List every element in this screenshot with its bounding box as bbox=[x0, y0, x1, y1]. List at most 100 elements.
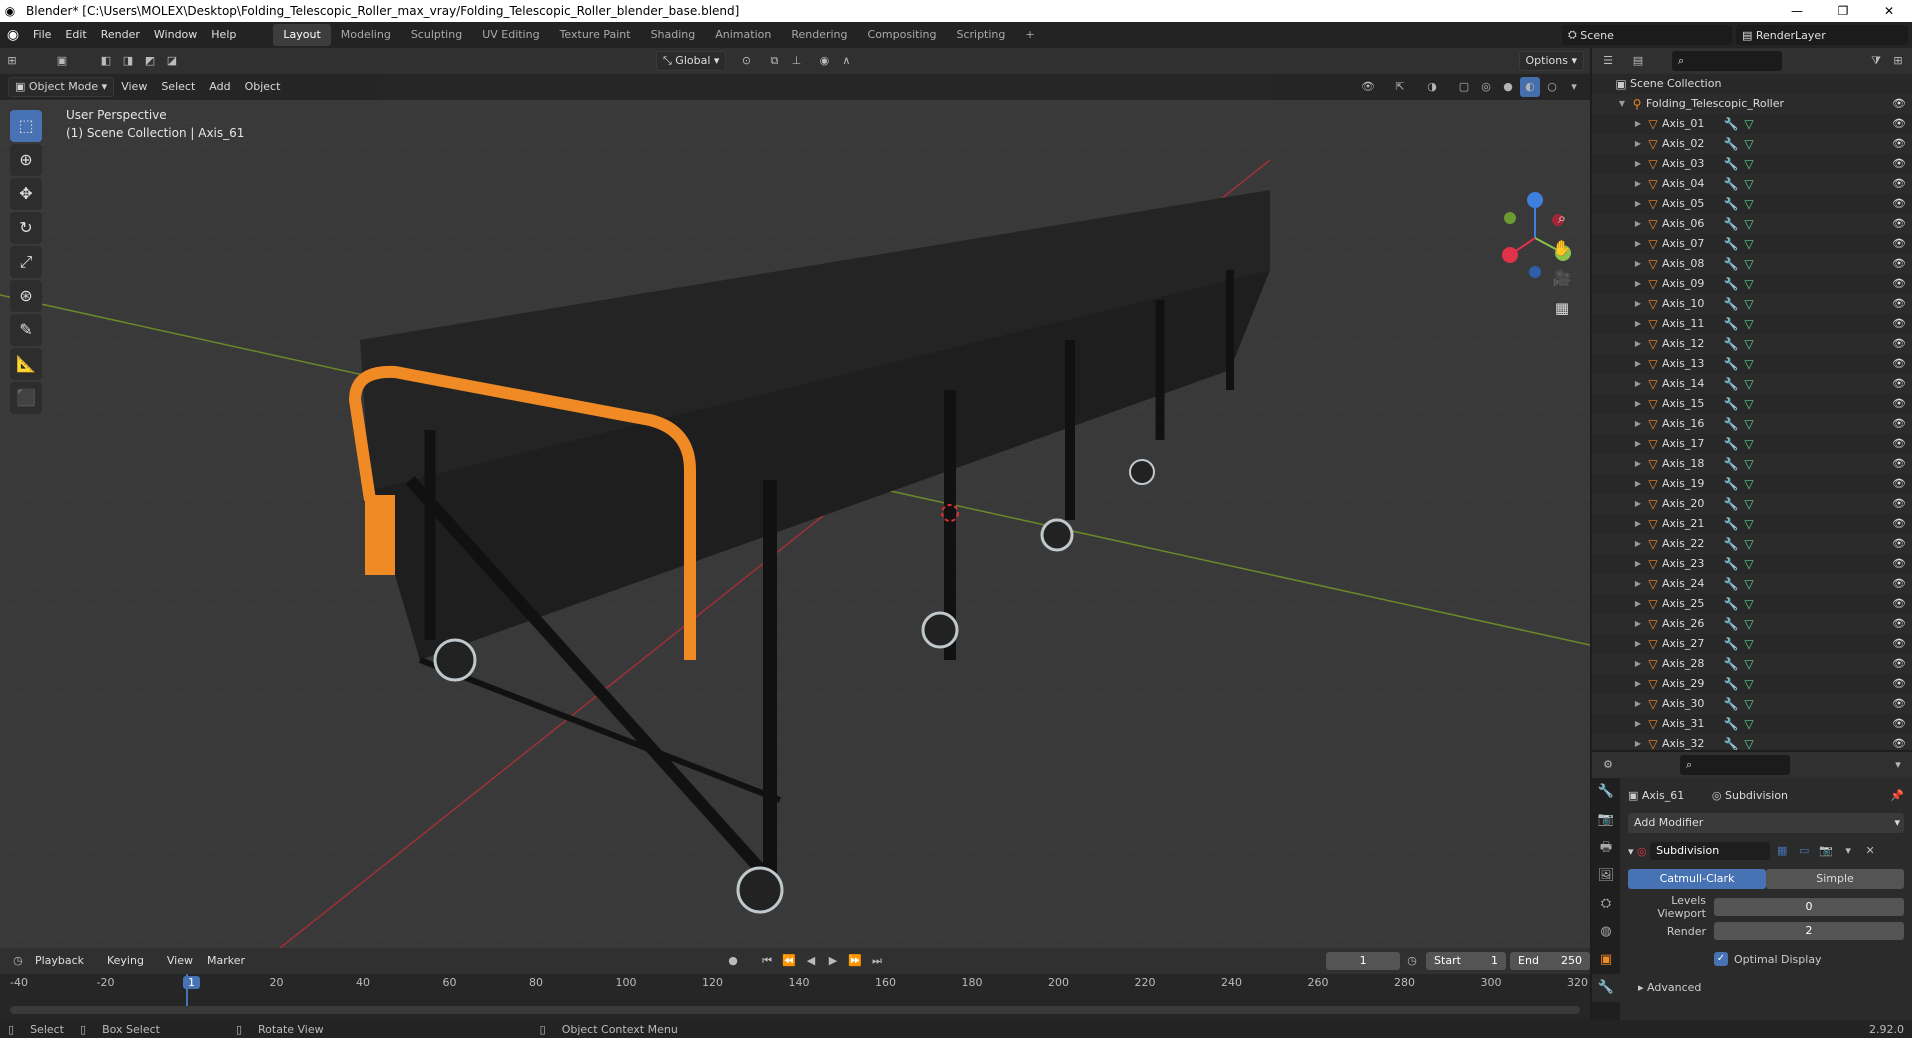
modifier-wrench-icon[interactable]: 🔧 bbox=[1722, 694, 1740, 714]
eye-icon[interactable]: 👁 bbox=[1892, 374, 1906, 394]
modifier-wrench-icon[interactable]: 🔧 bbox=[1722, 534, 1740, 554]
next-key-icon[interactable]: ⏩ bbox=[845, 951, 865, 971]
eye-icon[interactable]: 👁 bbox=[1892, 354, 1906, 374]
cursor-tool-icon[interactable]: ⊕ bbox=[10, 144, 42, 176]
outliner-search[interactable]: ⌕ bbox=[1672, 51, 1782, 71]
menu-timeline-view[interactable]: View bbox=[160, 950, 200, 972]
mesh-data-icon[interactable]: ▽ bbox=[1740, 434, 1758, 454]
modifier-wrench-icon[interactable]: 🔧 bbox=[1722, 254, 1740, 274]
properties-search[interactable]: ⌕ bbox=[1680, 755, 1790, 775]
expand-arrow-icon[interactable]: ▶ bbox=[1632, 634, 1644, 654]
outliner-item[interactable]: ▶ ▽ Axis_03 🔧 ▽ 👁 bbox=[1592, 154, 1912, 174]
menu-view[interactable]: View bbox=[114, 76, 154, 98]
mesh-data-icon[interactable]: ▽ bbox=[1740, 334, 1758, 354]
mesh-data-icon[interactable]: ▽ bbox=[1740, 294, 1758, 314]
modifier-wrench-icon[interactable]: 🔧 bbox=[1722, 474, 1740, 494]
add-cube-tool-icon[interactable]: ⬛ bbox=[10, 382, 42, 414]
expand-arrow-icon[interactable]: ▶ bbox=[1632, 114, 1644, 134]
output-tab-icon[interactable]: 🖶 bbox=[1592, 834, 1620, 862]
expand-arrow-icon[interactable]: ▶ bbox=[1632, 354, 1644, 374]
expand-arrow-icon[interactable]: ▶ bbox=[1632, 274, 1644, 294]
properties-editor-icon[interactable]: ⚙ bbox=[1598, 755, 1618, 775]
expand-arrow-icon[interactable]: ▶ bbox=[1632, 294, 1644, 314]
expand-arrow-icon[interactable]: ▶ bbox=[1632, 734, 1644, 750]
expand-arrow-icon[interactable]: ▶ bbox=[1632, 454, 1644, 474]
mesh-data-icon[interactable]: ▽ bbox=[1740, 554, 1758, 574]
start-frame-field[interactable]: Start 1 bbox=[1426, 952, 1507, 970]
mesh-data-icon[interactable]: ▽ bbox=[1740, 214, 1758, 234]
object-tab-icon[interactable]: ▣ bbox=[1592, 946, 1620, 974]
eye-icon[interactable]: 👁 bbox=[1892, 694, 1906, 714]
modifier-wrench-icon[interactable]: 🔧 bbox=[1722, 294, 1740, 314]
modifier-wrench-icon[interactable]: 🔧 bbox=[1722, 274, 1740, 294]
expand-arrow-icon[interactable]: ▶ bbox=[1632, 374, 1644, 394]
select-invert-icon[interactable]: ◪ bbox=[162, 51, 182, 71]
mesh-data-icon[interactable]: ▽ bbox=[1740, 634, 1758, 654]
scene-collection-row[interactable]: ▣ Scene Collection bbox=[1592, 74, 1912, 94]
new-collection-icon[interactable]: ⊞ bbox=[1888, 51, 1908, 71]
modifier-wrench-icon[interactable]: 🔧 bbox=[1722, 654, 1740, 674]
snap-target-icon[interactable]: ⊥ bbox=[786, 51, 806, 71]
shading-rendered-icon[interactable]: ○ bbox=[1542, 77, 1562, 97]
ortho-grid-icon[interactable]: ▦ bbox=[1548, 294, 1576, 322]
view-layer-tab-icon[interactable]: 🖼 bbox=[1592, 862, 1620, 890]
modifier-wrench-icon[interactable]: 🔧 bbox=[1722, 614, 1740, 634]
eye-icon[interactable]: 👁 bbox=[1892, 254, 1906, 274]
zoom-icon[interactable]: ⌕ bbox=[1548, 204, 1576, 232]
modifier-wrench-icon[interactable]: 🔧 bbox=[1722, 734, 1740, 750]
expand-arrow-icon[interactable]: ▶ bbox=[1632, 694, 1644, 714]
tab-scripting[interactable]: Scripting bbox=[946, 24, 1015, 46]
expand-arrow-icon[interactable]: ▶ bbox=[1632, 174, 1644, 194]
timeline-editor-icon[interactable]: ◷ bbox=[8, 951, 28, 971]
options-dropdown[interactable]: Options ▾ bbox=[1518, 51, 1584, 71]
menu-keying[interactable]: Keying ▾ bbox=[100, 950, 160, 989]
render-layer-selector[interactable]: ▤ RenderLayer bbox=[1736, 25, 1908, 45]
outliner-item[interactable]: ▶ ▽ Axis_19 🔧 ▽ 👁 bbox=[1592, 474, 1912, 494]
measure-tool-icon[interactable]: 📐 bbox=[10, 348, 42, 380]
overlay-icon[interactable]: ◑ bbox=[1422, 77, 1442, 97]
expand-arrow-icon[interactable]: ▶ bbox=[1632, 594, 1644, 614]
mesh-data-icon[interactable]: ▽ bbox=[1740, 494, 1758, 514]
modifier-wrench-icon[interactable]: 🔧 bbox=[1722, 494, 1740, 514]
mesh-data-icon[interactable]: ▽ bbox=[1740, 194, 1758, 214]
eye-icon[interactable]: 👁 bbox=[1892, 474, 1906, 494]
eye-icon[interactable]: 👁 bbox=[1892, 294, 1906, 314]
eye-icon[interactable]: 👁 bbox=[1892, 194, 1906, 214]
mesh-data-icon[interactable]: ▽ bbox=[1740, 134, 1758, 154]
timeline-ruler[interactable]: -40 -20 1 20 40 60 80 100 120 140 160 180 200 220 240 2… bbox=[0, 976, 1590, 994]
modifier-wrench-icon[interactable]: 🔧 bbox=[1722, 434, 1740, 454]
outliner-item[interactable]: ▶ ▽ Axis_31 🔧 ▽ 👁 bbox=[1592, 714, 1912, 734]
tab-modeling[interactable]: Modeling bbox=[331, 24, 401, 46]
add-modifier-dropdown[interactable]: Add Modifier ▾ bbox=[1628, 813, 1904, 833]
3d-viewport[interactable]: User Perspective (1) Scene Collection | … bbox=[0, 100, 1590, 948]
outliner-item[interactable]: ▶ ▽ Axis_25 🔧 ▽ 👁 bbox=[1592, 594, 1912, 614]
editor-type-icon[interactable]: ⊞ bbox=[2, 51, 22, 71]
mesh-data-icon[interactable]: ▽ bbox=[1740, 714, 1758, 734]
select-extend-icon[interactable]: ◨ bbox=[118, 51, 138, 71]
outliner-item[interactable]: ▶ ▽ Axis_04 🔧 ▽ 👁 bbox=[1592, 174, 1912, 194]
outliner-item[interactable]: ▶ ▽ Axis_15 🔧 ▽ 👁 bbox=[1592, 394, 1912, 414]
display-mode-icon[interactable]: ▤ bbox=[1628, 51, 1648, 71]
tab-compositing[interactable]: Compositing bbox=[858, 24, 947, 46]
mesh-data-icon[interactable]: ▽ bbox=[1740, 674, 1758, 694]
move-tool-icon[interactable]: ✥ bbox=[10, 178, 42, 210]
modifier-wrench-icon[interactable]: 🔧 bbox=[1722, 554, 1740, 574]
transform-orientation-dropdown[interactable]: ⤡ Global ▾ bbox=[656, 51, 727, 71]
mesh-data-icon[interactable]: ▽ bbox=[1740, 574, 1758, 594]
outliner-item[interactable]: ▶ ▽ Axis_10 🔧 ▽ 👁 bbox=[1592, 294, 1912, 314]
modifier-wrench-icon[interactable]: 🔧 bbox=[1722, 634, 1740, 654]
mesh-data-icon[interactable]: ▽ bbox=[1740, 614, 1758, 634]
eye-icon[interactable]: 👁 bbox=[1892, 434, 1906, 454]
modifier-wrench-icon[interactable]: 🔧 bbox=[1722, 114, 1740, 134]
rotate-tool-icon[interactable]: ↻ bbox=[10, 212, 42, 244]
expand-arrow-icon[interactable]: ▶ bbox=[1632, 474, 1644, 494]
optimal-display-checkbox[interactable]: ✓ bbox=[1714, 952, 1728, 966]
shading-material-icon[interactable]: ◐ bbox=[1520, 77, 1540, 97]
eye-icon[interactable]: 👁 bbox=[1892, 654, 1906, 674]
mesh-data-icon[interactable]: ▽ bbox=[1740, 254, 1758, 274]
play-icon[interactable]: ▶ bbox=[823, 951, 843, 971]
outliner-item[interactable]: ▶ ▽ Axis_29 🔧 ▽ 👁 bbox=[1592, 674, 1912, 694]
modifier-wrench-icon[interactable]: 🔧 bbox=[1722, 594, 1740, 614]
expand-arrow-icon[interactable]: ▶ bbox=[1632, 314, 1644, 334]
outliner-item[interactable]: ▶ ▽ Axis_13 🔧 ▽ 👁 bbox=[1592, 354, 1912, 374]
